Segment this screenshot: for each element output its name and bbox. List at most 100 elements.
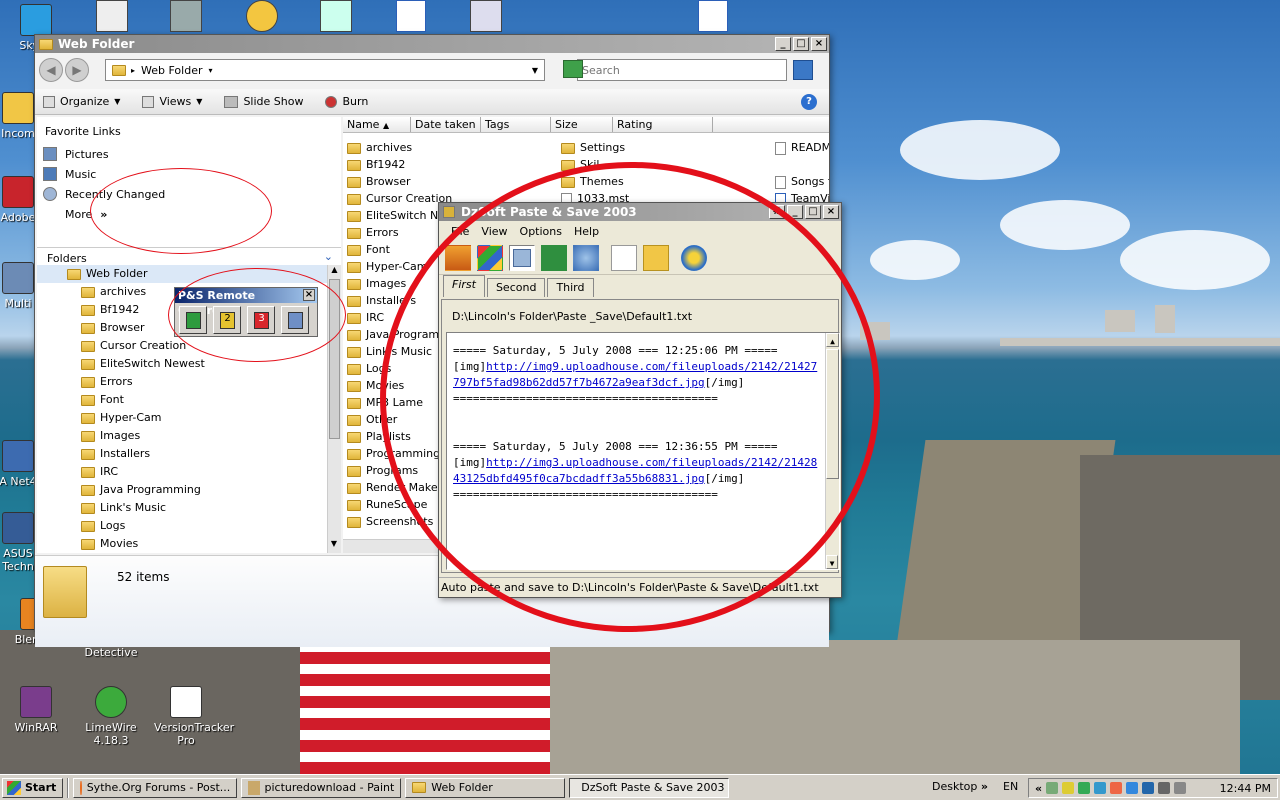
- back-icon[interactable]: ◀: [39, 58, 63, 82]
- close-button[interactable]: ×: [811, 37, 827, 51]
- desktop-toolbar[interactable]: Desktop »: [932, 780, 988, 793]
- organize-icon: [43, 95, 55, 108]
- tray-icon[interactable]: [1046, 782, 1059, 794]
- maximize-button[interactable]: □: [793, 37, 809, 51]
- folder-icon: [81, 340, 95, 352]
- list-item[interactable]: Hyper-Cam: [347, 258, 427, 275]
- explorer-titlebar[interactable]: Web Folder _ □ ×: [35, 35, 829, 53]
- clock[interactable]: 12:44 PM: [1220, 782, 1271, 795]
- list-item[interactable]: archives: [347, 139, 412, 156]
- burn-button[interactable]: Burn: [325, 95, 368, 108]
- list-item[interactable]: Browser: [347, 173, 411, 190]
- desktop-icon-word-doc[interactable]: [396, 0, 426, 32]
- tray-icon[interactable]: [1126, 782, 1139, 794]
- col-date-taken[interactable]: Date taken: [411, 117, 481, 132]
- tree-item[interactable]: Java Programming: [37, 481, 341, 499]
- folders-title: Folders: [47, 252, 87, 265]
- scroll-down-icon[interactable]: ▼: [826, 555, 838, 569]
- desktop-icon-word-doc[interactable]: [698, 0, 728, 32]
- forward-icon[interactable]: ▶: [65, 58, 89, 82]
- app-icon: [443, 206, 455, 218]
- col-tags[interactable]: Tags: [481, 117, 551, 132]
- folder-icon: [81, 484, 95, 496]
- cloud: [1000, 200, 1130, 250]
- pier: [1000, 338, 1280, 346]
- refresh-icon[interactable]: [563, 60, 583, 78]
- tree-item[interactable]: Errors: [37, 373, 341, 391]
- desktop-icon-limewire[interactable]: LimeWire 4.18.3: [79, 686, 143, 747]
- desktop-icon-app[interactable]: [320, 0, 352, 32]
- tree-item[interactable]: Installers: [37, 445, 341, 463]
- list-item[interactable]: Settings: [561, 139, 625, 156]
- close-button[interactable]: ×: [823, 205, 839, 219]
- desktop-icon-clapper[interactable]: [96, 0, 128, 32]
- tree-item[interactable]: Hyper-Cam: [37, 409, 341, 427]
- views-button[interactable]: Views ▼: [142, 95, 202, 108]
- search-icon[interactable]: [793, 60, 813, 80]
- list-item[interactable]: Images: [347, 275, 406, 292]
- task-web-folder[interactable]: Web Folder: [405, 777, 566, 798]
- list-item[interactable]: READM: [775, 139, 829, 156]
- list-item[interactable]: Songs f: [775, 173, 829, 190]
- list-item[interactable]: Bf1942: [347, 156, 405, 173]
- col-name[interactable]: Name ▲: [343, 117, 411, 132]
- help-icon[interactable]: ?: [801, 94, 817, 110]
- address-box[interactable]: ▸ Web Folder ▾ ▼: [105, 59, 545, 81]
- cloud: [1120, 230, 1270, 290]
- chevron-icon: »: [980, 780, 988, 793]
- minimize-button[interactable]: _: [775, 37, 791, 51]
- volume-icon[interactable]: [1174, 782, 1187, 794]
- tree-item[interactable]: Font: [37, 391, 341, 409]
- scroll-down-icon[interactable]: ▼: [328, 539, 340, 553]
- tree-item[interactable]: IRC: [37, 463, 341, 481]
- task-sythe-forums[interactable]: Sythe.Org Forums - Post...: [73, 777, 238, 798]
- tree-item[interactable]: EliteSwitch Newest: [37, 355, 341, 373]
- task-paint[interactable]: picturedownload - Paint: [241, 777, 402, 798]
- address-dropdown-icon[interactable]: ▼: [532, 66, 538, 75]
- desktop-icon-refresh[interactable]: [246, 0, 278, 32]
- red-circle-annotation: [168, 268, 346, 362]
- task-dzsoft[interactable]: DzSoft Paste & Save 2003: [569, 777, 730, 798]
- organize-button[interactable]: Organize ▼: [43, 95, 120, 108]
- list-item[interactable]: Cursor Creation: [347, 190, 452, 207]
- language-indicator[interactable]: EN: [1003, 780, 1018, 793]
- tray-icon[interactable]: [1078, 782, 1091, 794]
- slideshow-button[interactable]: Slide Show: [224, 95, 303, 108]
- chevron-down-icon[interactable]: ⌄: [324, 250, 333, 263]
- tree-item[interactable]: Link's Music: [37, 499, 341, 517]
- tree-item[interactable]: Images: [37, 427, 341, 445]
- tray-expand-icon[interactable]: «: [1035, 782, 1042, 795]
- list-item[interactable]: IRC: [347, 309, 384, 326]
- list-item[interactable]: Errors: [347, 224, 399, 241]
- desktop-icon-camera[interactable]: [170, 0, 202, 32]
- network-icon[interactable]: [1158, 782, 1171, 794]
- folder-icon: [81, 412, 95, 424]
- system-tray: « 12:44 PM: [1028, 778, 1278, 798]
- folder-icon: [81, 466, 95, 478]
- scroll-up-icon[interactable]: ▲: [328, 265, 341, 279]
- col-size[interactable]: Size: [551, 117, 613, 132]
- col-rating[interactable]: Rating: [613, 117, 713, 132]
- tray-icon[interactable]: [1142, 782, 1155, 794]
- desktop-icon-winrar[interactable]: WinRAR: [4, 686, 68, 734]
- building: [1105, 310, 1135, 332]
- folder-icon: [81, 394, 95, 406]
- maximize-button[interactable]: □: [805, 205, 821, 219]
- tray-icon[interactable]: [1062, 782, 1075, 794]
- desktop-icon-versiontracker[interactable]: VersionTracker Pro: [154, 686, 234, 747]
- tree-item[interactable]: Movies: [37, 535, 341, 553]
- taskbar: Start Sythe.Org Forums - Post... picture…: [0, 774, 1280, 800]
- tray-icon[interactable]: [1094, 782, 1107, 794]
- start-button[interactable]: Start: [2, 777, 64, 798]
- tray-icon[interactable]: [1110, 782, 1123, 794]
- fav-pictures[interactable]: Pictures: [37, 144, 341, 164]
- folder-icon: [112, 64, 126, 76]
- list-item[interactable]: Font: [347, 241, 390, 258]
- chevron-down-icon: ▼: [196, 97, 203, 106]
- folder-icon: [81, 502, 95, 514]
- desktop-icon-shortcut[interactable]: [470, 0, 502, 32]
- chevron-down-icon[interactable]: ▾: [209, 66, 213, 75]
- folder-icon: [39, 38, 53, 50]
- search-input[interactable]: [577, 59, 787, 81]
- tree-item[interactable]: Logs: [37, 517, 341, 535]
